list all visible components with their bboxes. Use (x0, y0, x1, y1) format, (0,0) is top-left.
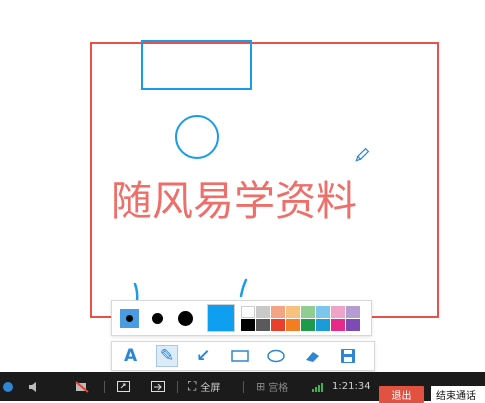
exit-button[interactable]: 退出 (379, 386, 424, 403)
drawn-blue-stroke-left (133, 282, 139, 303)
fullscreen-button[interactable]: ⛶ 全屏 (188, 372, 220, 401)
arrow-icon: ↙ (196, 345, 211, 366)
whiteboard-icon (151, 381, 165, 392)
end-call-button[interactable]: 结束通话 (431, 386, 485, 403)
eraser-icon (306, 352, 320, 362)
text-icon: A (124, 345, 138, 366)
drawn-blue-stroke-right (239, 278, 248, 298)
ellipse-tool-button[interactable] (265, 345, 286, 367)
large-dot-icon (178, 310, 193, 326)
grid-layout-button[interactable]: ⊞ 宫格 (256, 372, 288, 401)
color-swatch[interactable] (286, 305, 300, 318)
share-screen-button[interactable] (117, 372, 130, 401)
color-swatch[interactable] (301, 305, 315, 318)
color-swatch[interactable] (316, 318, 330, 331)
current-color-swatch[interactable] (207, 304, 235, 332)
color-swatch[interactable] (256, 305, 270, 318)
divider (177, 381, 178, 393)
pencil-tool-button[interactable]: ✎ (156, 345, 178, 367)
rectangle-icon (230, 350, 249, 362)
call-timer-text: 1:21:34 (332, 381, 371, 392)
pen-style-toolbar (111, 300, 372, 336)
fullscreen-icon: ⛶ (188, 379, 197, 393)
rectangle-tool-button[interactable] (229, 345, 250, 367)
drawn-blue-rectangle (141, 40, 252, 90)
whiteboard-button[interactable] (151, 372, 165, 401)
speaker-icon (29, 381, 36, 392)
camera-off-icon (75, 380, 89, 393)
size-medium-button[interactable] (148, 309, 167, 328)
text-tool-button[interactable]: A (120, 345, 141, 367)
microphone-button[interactable] (2, 372, 14, 401)
pencil-icon: ✎ (159, 345, 175, 366)
drawn-blue-circle (175, 115, 219, 159)
speaker-button[interactable] (28, 372, 40, 401)
color-swatch[interactable] (271, 305, 285, 318)
drawing-tools-toolbar: A ✎ ↙ (111, 341, 375, 371)
color-swatch[interactable] (286, 318, 300, 331)
color-swatch[interactable] (241, 318, 255, 331)
color-swatch[interactable] (346, 305, 360, 318)
color-swatch[interactable] (241, 305, 255, 318)
color-swatch[interactable] (301, 318, 315, 331)
pencil-cursor-icon (355, 147, 370, 162)
grid-layout-label: 宫格 (268, 383, 289, 394)
color-palette (241, 305, 360, 331)
fullscreen-label: 全屏 (200, 383, 221, 394)
color-swatch[interactable] (316, 305, 330, 318)
divider (243, 381, 244, 393)
share-screen-icon (117, 381, 130, 392)
eraser-tool-button[interactable] (301, 345, 322, 367)
size-large-button[interactable] (176, 309, 195, 328)
color-swatch[interactable] (271, 318, 285, 331)
medium-dot-icon (152, 312, 163, 324)
small-dot-icon (126, 314, 133, 322)
divider (104, 381, 105, 393)
call-timer: 1:21:34 (332, 372, 371, 401)
color-swatch[interactable] (346, 318, 360, 331)
microphone-icon (3, 381, 13, 392)
grid-icon: ⊞ (256, 380, 266, 393)
signal-strength (312, 372, 326, 401)
save-icon (341, 349, 356, 363)
signal-icon (312, 382, 323, 392)
size-small-button[interactable] (120, 308, 139, 328)
camera-off-button[interactable] (75, 372, 89, 401)
ellipse-icon (267, 349, 285, 363)
color-swatch[interactable] (331, 305, 345, 318)
arrow-tool-button[interactable]: ↙ (193, 345, 214, 367)
watermark-text: 随风易学资料 (111, 177, 357, 225)
save-tool-button[interactable] (338, 345, 359, 367)
color-swatch[interactable] (331, 318, 345, 331)
color-swatch[interactable] (256, 318, 270, 331)
